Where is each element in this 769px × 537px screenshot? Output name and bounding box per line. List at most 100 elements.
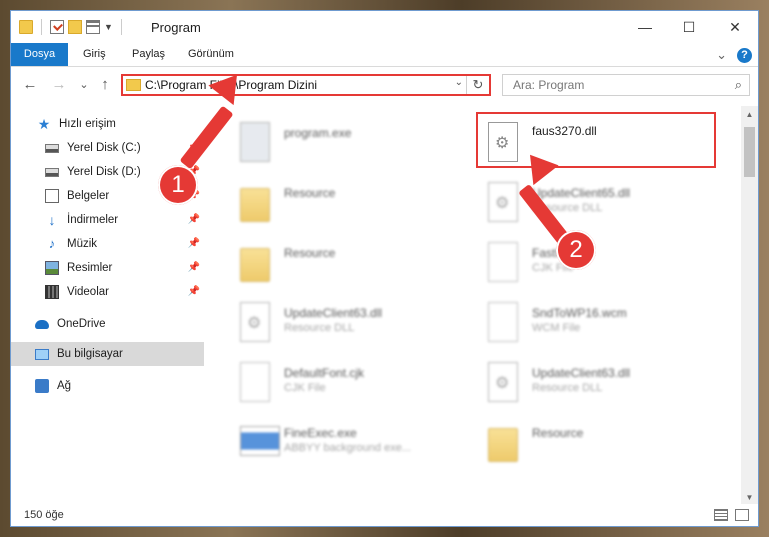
list-item[interactable]: UpdateClient63.dll Resource DLL bbox=[482, 354, 722, 410]
file-icon bbox=[488, 242, 518, 282]
tab-home[interactable]: Giriş bbox=[71, 43, 118, 66]
navigation-bar: ← → ⌄ ↑ C:\Program Files\Program Dizini … bbox=[11, 68, 758, 102]
file-type: ABBYY background exe... bbox=[284, 442, 411, 454]
folder-icon bbox=[240, 248, 270, 282]
sidebar-item-label: Bu bilgisayar bbox=[57, 348, 123, 360]
sidebar-item-music[interactable]: ♪ Müzik 📌 bbox=[11, 232, 204, 256]
pin-icon: 📌 bbox=[187, 238, 200, 249]
list-item[interactable]: UpdateClient63.dll Resource DLL bbox=[234, 294, 474, 350]
maximize-button[interactable]: ☐ bbox=[666, 11, 712, 43]
sidebar-item-onedrive[interactable]: OneDrive bbox=[11, 312, 204, 336]
details-view-icon[interactable] bbox=[714, 509, 728, 521]
customize-toolbar-dropdown[interactable]: ▼ bbox=[104, 22, 113, 32]
address-dropdown[interactable]: ⌄ bbox=[455, 77, 463, 88]
recent-locations-dropdown[interactable]: ⌄ bbox=[74, 75, 94, 95]
list-item[interactable]: FastKey.cjk CJK File bbox=[482, 234, 722, 290]
sidebar-item-this-pc[interactable]: Bu bilgisayar bbox=[11, 342, 204, 366]
disk-icon bbox=[45, 167, 59, 177]
music-icon: ♪ bbox=[48, 236, 56, 251]
sidebar-item-label: Ağ bbox=[57, 380, 72, 392]
file-name: FineExec.exe bbox=[284, 426, 357, 440]
search-input[interactable]: Ara: Program bbox=[513, 78, 584, 92]
annotation-badge-2: 2 bbox=[556, 230, 596, 270]
sidebar-item-local-disk-c[interactable]: Yerel Disk (C:) 📌 bbox=[11, 136, 204, 160]
scrollbar-thumb[interactable] bbox=[744, 127, 755, 177]
close-button[interactable]: ✕ bbox=[712, 11, 758, 43]
folder-icon bbox=[126, 79, 141, 91]
list-item[interactable]: program.exe bbox=[234, 114, 474, 170]
help-icon[interactable]: ? bbox=[737, 47, 752, 63]
pin-icon: 📌 bbox=[187, 286, 200, 297]
file-icon bbox=[488, 302, 518, 342]
sidebar-item-label: Belgeler bbox=[67, 190, 110, 202]
cloud-icon bbox=[35, 319, 49, 329]
list-item[interactable]: FineExec.exe ABBYY background exe... bbox=[234, 414, 474, 470]
list-item[interactable]: Resource bbox=[482, 414, 722, 470]
list-item[interactable]: DefaultFont.cjk CJK File bbox=[234, 354, 474, 410]
minimize-button[interactable]: — bbox=[622, 11, 668, 43]
tab-share[interactable]: Paylaş bbox=[120, 43, 177, 66]
sidebar-item-label: Müzik bbox=[67, 238, 98, 250]
list-item[interactable]: Resource bbox=[234, 174, 474, 230]
forward-button[interactable]: → bbox=[49, 75, 69, 95]
disk-icon bbox=[45, 143, 59, 153]
file-type: CJK File bbox=[284, 382, 326, 394]
vertical-scrollbar[interactable]: ▲ ▼ bbox=[741, 106, 758, 506]
properties-icon[interactable] bbox=[50, 20, 64, 34]
large-icons-view-icon[interactable] bbox=[735, 509, 749, 521]
up-button[interactable]: ↑ bbox=[95, 75, 115, 95]
sidebar-item-network[interactable]: Ağ bbox=[11, 374, 204, 398]
star-icon: ★ bbox=[37, 116, 51, 132]
explorer-window: ▼ Program — ☐ ✕ Dosya Giriş Paylaş Görün… bbox=[10, 10, 759, 527]
sidebar-item-label: OneDrive bbox=[57, 318, 106, 330]
back-button[interactable]: ← bbox=[20, 75, 40, 95]
sidebar-item-quick-access[interactable]: ★ Hızlı erişim bbox=[11, 112, 204, 136]
quick-access-toolbar: ▼ bbox=[19, 19, 126, 35]
sidebar-item-label: İndirmeler bbox=[67, 214, 119, 226]
list-item[interactable]: SndToWP16.wcm WCM File bbox=[482, 294, 722, 350]
search-box[interactable]: Ara: Program ⌕ bbox=[502, 74, 750, 96]
address-bar[interactable]: C:\Program Files\Program Dizini ⌄ ↻ bbox=[121, 74, 491, 96]
folder-icon bbox=[19, 20, 33, 34]
videos-icon bbox=[45, 285, 59, 299]
downloads-icon: ↓ bbox=[48, 212, 56, 228]
file-name: program.exe bbox=[284, 126, 352, 140]
scroll-up-button[interactable]: ▲ bbox=[741, 106, 758, 123]
file-type: Resource DLL bbox=[284, 322, 355, 334]
window-title: Program bbox=[151, 20, 201, 35]
executable-icon bbox=[240, 426, 280, 456]
folder-icon bbox=[488, 428, 518, 462]
dll-file-icon bbox=[488, 362, 518, 402]
file-name: Resource bbox=[284, 246, 336, 260]
sidebar-item-label: Yerel Disk (D:) bbox=[67, 166, 141, 178]
file-name: UpdateClient63.dll bbox=[284, 306, 383, 320]
ribbon-tabs: Dosya Giriş Paylaş Görünüm ⌄ ? bbox=[11, 43, 758, 67]
pictures-icon bbox=[45, 261, 59, 275]
refresh-button[interactable]: ↻ bbox=[466, 76, 489, 94]
sidebar-item-downloads[interactable]: ↓ İndirmeler 📌 bbox=[11, 208, 204, 232]
status-bar: 150 öğe bbox=[11, 504, 758, 526]
file-name: Resource bbox=[284, 186, 336, 200]
view-icon[interactable] bbox=[86, 20, 100, 34]
pin-icon: 📌 bbox=[187, 214, 200, 225]
expand-ribbon-icon[interactable]: ⌄ bbox=[716, 47, 727, 63]
file-type: WCM File bbox=[532, 322, 581, 334]
computer-icon bbox=[35, 348, 49, 360]
sidebar-item-pictures[interactable]: Resimler 📌 bbox=[11, 256, 204, 280]
toolbar-divider bbox=[41, 19, 42, 35]
sidebar-item-videos[interactable]: Videolar 📌 bbox=[11, 280, 204, 304]
toolbar-divider bbox=[120, 19, 122, 35]
list-item[interactable]: UpdateClient65.dll Resource DLL bbox=[482, 174, 722, 230]
list-item[interactable]: Resource bbox=[234, 234, 474, 290]
file-name: UpdateClient63.dll bbox=[532, 366, 631, 380]
dll-file-icon bbox=[240, 302, 270, 342]
sidebar-item-label: Resimler bbox=[67, 262, 113, 274]
item-count: 150 öğe bbox=[24, 509, 64, 521]
documents-icon bbox=[45, 189, 59, 203]
tab-view[interactable]: Görünüm bbox=[176, 43, 246, 66]
highlight-box bbox=[476, 112, 716, 168]
sidebar-item-label: Hızlı erişim bbox=[59, 118, 116, 130]
new-folder-icon[interactable] bbox=[68, 20, 82, 34]
ribbon-controls: ⌄ ? bbox=[716, 47, 752, 63]
tab-file[interactable]: Dosya bbox=[11, 43, 68, 66]
